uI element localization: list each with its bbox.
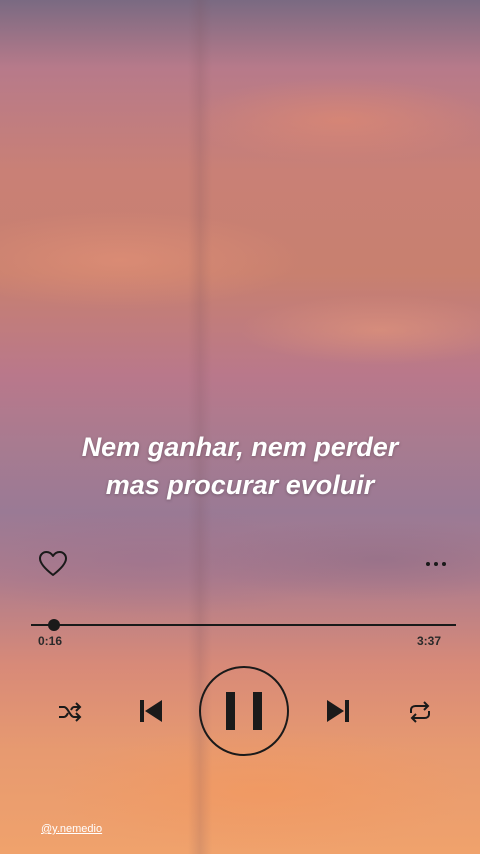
repeat-icon[interactable] xyxy=(406,700,434,724)
lyrics-block: Nem ganhar, nem perder mas procurar evol… xyxy=(0,428,480,504)
more-options-icon[interactable] xyxy=(424,558,448,570)
heart-icon[interactable] xyxy=(38,550,68,578)
skip-next-icon[interactable] xyxy=(324,697,352,725)
progress-track[interactable] xyxy=(31,619,456,631)
total-time: 3:37 xyxy=(417,634,442,648)
shuffle-icon[interactable] xyxy=(57,700,83,724)
lyrics-line-2: mas procurar evoluir xyxy=(105,470,375,500)
skip-previous-icon[interactable] xyxy=(137,697,165,725)
pause-button[interactable] xyxy=(198,665,290,757)
creator-handle[interactable]: @y.nemedio xyxy=(41,823,102,835)
progress-thumb[interactable] xyxy=(48,619,61,631)
elapsed-time: 0:16 xyxy=(38,634,63,648)
lyrics-line-1: Nem ganhar, nem perder xyxy=(81,432,399,462)
